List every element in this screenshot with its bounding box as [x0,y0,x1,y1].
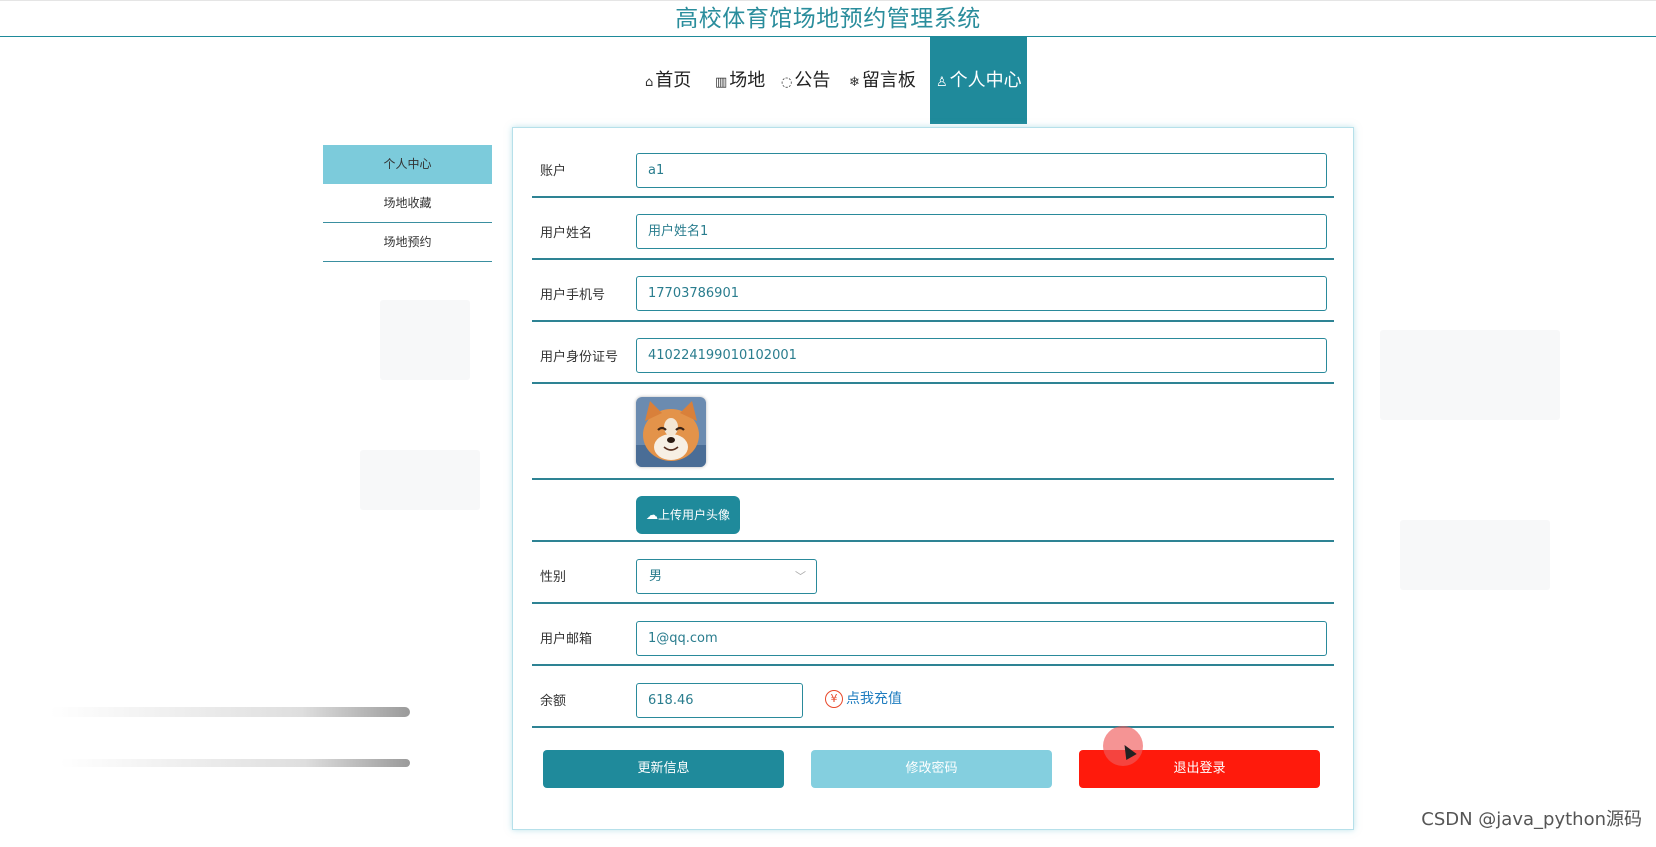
sidebar-item-venue-booking[interactable]: 场地预约 [323,223,492,262]
nav-item-home[interactable]: ⌂ 首页 [645,37,691,124]
change-password-button[interactable]: 修改密码 [811,750,1052,788]
nav-item-label: 首页 [655,70,692,91]
form-row-avatar [532,384,1334,480]
cloud-upload-icon: ☁ [645,508,658,522]
form-row-email: 用户邮箱 1@qq.com [532,604,1334,666]
yen-icon: ¥ [825,690,843,708]
name-label: 用户姓名 [540,226,593,241]
nav-item-notice[interactable]: ◌ 公告 [781,37,830,124]
background-shape [380,300,470,380]
profile-form-panel: 账户 a1 用户姓名 用户姓名1 用户手机号 17703786901 用户身份证… [512,127,1354,830]
watermark: CSDN @java_python源码 [1421,809,1642,830]
phone-label: 用户手机号 [540,288,606,303]
update-info-button[interactable]: 更新信息 [543,750,784,788]
gender-select[interactable]: 男 ﹀ [636,559,817,594]
balance-label: 余额 [540,694,567,709]
header: 高校体育馆场地预约管理系统 [0,0,1656,37]
chevron-down-icon: ﹀ [795,570,806,583]
sidebar-item-personal-center[interactable]: 个人中心 [323,145,492,184]
recharge-link[interactable]: ¥ 点我充值 [825,689,902,709]
phone-field[interactable]: 17703786901 [636,276,1327,311]
name-field[interactable]: 用户姓名1 [636,214,1327,249]
recharge-label: 点我充值 [846,691,902,707]
upload-avatar-label: 上传用户头像 [657,508,730,522]
account-field[interactable]: a1 [636,153,1327,188]
form-row-upload: ☁上传用户头像 [532,480,1334,542]
nav-item-message-board[interactable]: ❄ 留言板 [849,37,916,124]
form-row-balance: 余额 618.46 ¥ 点我充值 [532,666,1334,728]
shiba-avatar-image [636,397,706,467]
venue-icon: ▥ [715,75,728,90]
blur-bar [50,707,410,717]
user-icon: ♙ [936,75,948,90]
account-label: 账户 [540,164,567,179]
nav-item-label: 场地 [729,70,766,91]
gender-value: 男 [649,569,663,584]
page: 高校体育馆场地预约管理系统 ⌂ 首页 ▥ 场地 ◌ 公告 ❄ 留言板 ♙ 个人中心 个人中… [0,0,1656,847]
top-nav: ⌂ 首页 ▥ 场地 ◌ 公告 ❄ 留言板 ♙ 个人中心 [0,37,1656,124]
form-row-idcard: 用户身份证号 410224199010102001 [532,322,1334,384]
email-field[interactable]: 1@qq.com [636,621,1327,656]
balance-field[interactable]: 618.46 [636,683,803,718]
nav-item-personal-center[interactable]: ♙ 个人中心 [930,37,1027,124]
form-row-phone: 用户手机号 17703786901 [532,260,1334,322]
blur-bar [60,759,410,767]
background-shape [1380,330,1560,420]
background-shape [360,450,480,510]
sidebar-item-venue-favorites[interactable]: 场地收藏 [323,184,492,223]
idcard-field[interactable]: 410224199010102001 [636,338,1327,373]
idcard-label: 用户身份证号 [540,350,619,365]
avatar [636,397,706,467]
sidebar: 个人中心 场地收藏 场地预约 [323,145,492,262]
form-row-account: 账户 a1 [532,136,1334,198]
upload-avatar-button[interactable]: ☁上传用户头像 [636,496,740,534]
notice-icon: ◌ [781,75,793,90]
nav-item-label: 公告 [794,70,831,91]
background-shape [1400,520,1550,590]
snowflake-icon: ❄ [849,75,860,90]
form-row-name: 用户姓名 用户姓名1 [532,198,1334,260]
home-icon: ⌂ [645,75,654,90]
form-row-gender: 性别 男 ﹀ [532,542,1334,604]
site-title: 高校体育馆场地预约管理系统 [675,6,981,32]
gender-label: 性别 [540,570,567,585]
nav-item-venue[interactable]: ▥ 场地 [715,37,765,124]
nav-item-label: 留言板 [861,70,916,91]
email-label: 用户邮箱 [540,632,593,647]
nav-item-label: 个人中心 [949,70,1022,91]
